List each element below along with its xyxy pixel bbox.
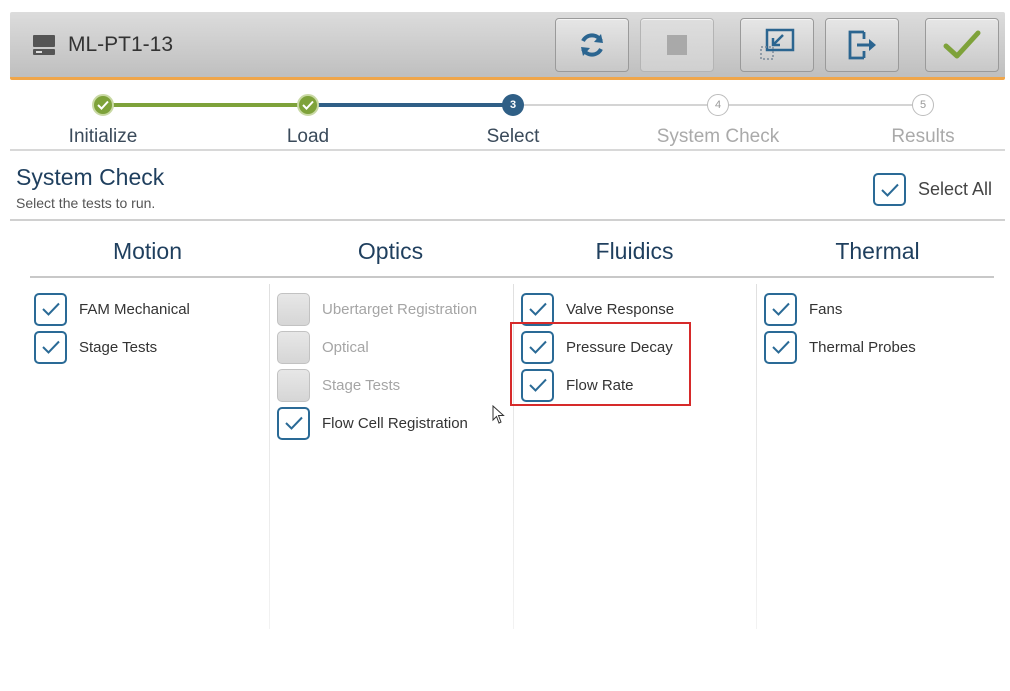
stepper-connector-3 [512,104,717,106]
column-title: Fluidics [595,238,674,264]
checkbox[interactable] [764,292,797,326]
step-2-node [297,94,319,116]
column-title: Motion [112,238,183,264]
test-label: Thermal Probes [809,338,916,356]
test-item-optical: Optical [277,328,477,366]
step-label-results: Results [891,126,955,147]
check-icon [302,100,314,110]
refresh-icon [581,33,603,57]
step-3-node: 3 [502,94,524,116]
checkbox[interactable] [34,330,67,364]
column-title: Optics [357,238,424,264]
checkbox[interactable] [521,292,554,326]
stepper-connector-1 [102,103,307,107]
checkbox-disabled [277,368,310,402]
mouse-cursor-icon [492,405,505,424]
test-item-thermal-probes[interactable]: Thermal Probes [764,328,916,366]
column-header-divider [30,276,994,278]
refresh-button[interactable] [555,18,629,72]
column-divider [269,284,270,629]
exit-icon [848,30,876,60]
column-header-fluidics: Fluidics [513,238,756,274]
minimize-window-button[interactable] [740,18,814,72]
top-bar: ML-PT1-13 [10,12,1005,80]
step-4-node: 4 [707,94,729,116]
test-label: Stage Tests [79,338,158,356]
checkbox[interactable] [764,330,797,364]
stepper-connector-2 [307,103,512,107]
exit-button[interactable] [825,18,899,72]
test-item-ubertarget-registration: Ubertarget Registration [277,290,477,328]
stepper-connector-4 [717,104,922,106]
stop-icon [667,35,687,55]
checkmark-icon [41,302,60,316]
select-all-checkbox[interactable] [873,173,906,206]
test-item-stage-tests-optics: Stage Tests [277,366,477,404]
column-title: Thermal [835,238,920,264]
device-icon [33,35,55,55]
checkmark-icon [880,183,899,197]
test-item-stage-tests[interactable]: Stage Tests [34,328,190,366]
step-label-system-check: System Check [656,126,780,147]
step-label-select: Select [486,126,540,147]
checkmark-icon [771,340,790,354]
column-divider [756,284,757,629]
test-label: Flow Cell Registration [322,414,468,432]
page-subtitle: Select the tests to run. [16,195,156,211]
confirm-button[interactable] [925,18,999,72]
optics-test-list: Ubertarget Registration Optical Stage Te… [277,290,477,442]
checkmark-icon [771,302,790,316]
checkbox[interactable] [277,406,310,440]
checkmark-icon [528,302,547,316]
step-label-load: Load [286,126,330,147]
step-1-node [92,94,114,116]
checkmark-icon [284,416,303,430]
column-header-optics: Optics [269,238,512,274]
checkbox-disabled [277,330,310,364]
column-header-thermal: Thermal [756,238,999,274]
step-5-node: 5 [912,94,934,116]
stop-button[interactable] [640,18,714,72]
test-label: Ubertarget Registration [322,300,478,318]
select-all-toggle[interactable]: Select All [873,173,992,206]
minimize-window-icon [760,28,795,60]
select-all-label: Select All [918,179,993,199]
checkbox-disabled [277,292,310,326]
progress-stepper: 3 4 5 Initialize Load Select System Chec… [10,83,1005,151]
thermal-test-list: Fans Thermal Probes [764,290,916,366]
test-label: Fans [809,300,843,318]
checkbox[interactable] [34,292,67,326]
device-name: ML-PT1-13 [68,33,174,56]
page-title: System Check [16,164,165,190]
check-icon [97,100,109,110]
annotation-highlight-box [510,322,691,406]
test-label: Stage Tests [322,376,401,394]
motion-test-list: FAM Mechanical Stage Tests [34,290,190,366]
step-label-initialize: Initialize [68,126,138,147]
checkmark-icon [943,30,981,59]
test-item-fam-mechanical[interactable]: FAM Mechanical [34,290,190,328]
column-header-motion: Motion [26,238,269,274]
test-item-fans[interactable]: Fans [764,290,916,328]
checkmark-icon [41,340,60,354]
test-label: Valve Response [566,300,675,318]
test-label: Optical [322,338,369,356]
test-item-flow-cell-registration[interactable]: Flow Cell Registration [277,404,477,442]
test-label: FAM Mechanical [79,300,190,318]
